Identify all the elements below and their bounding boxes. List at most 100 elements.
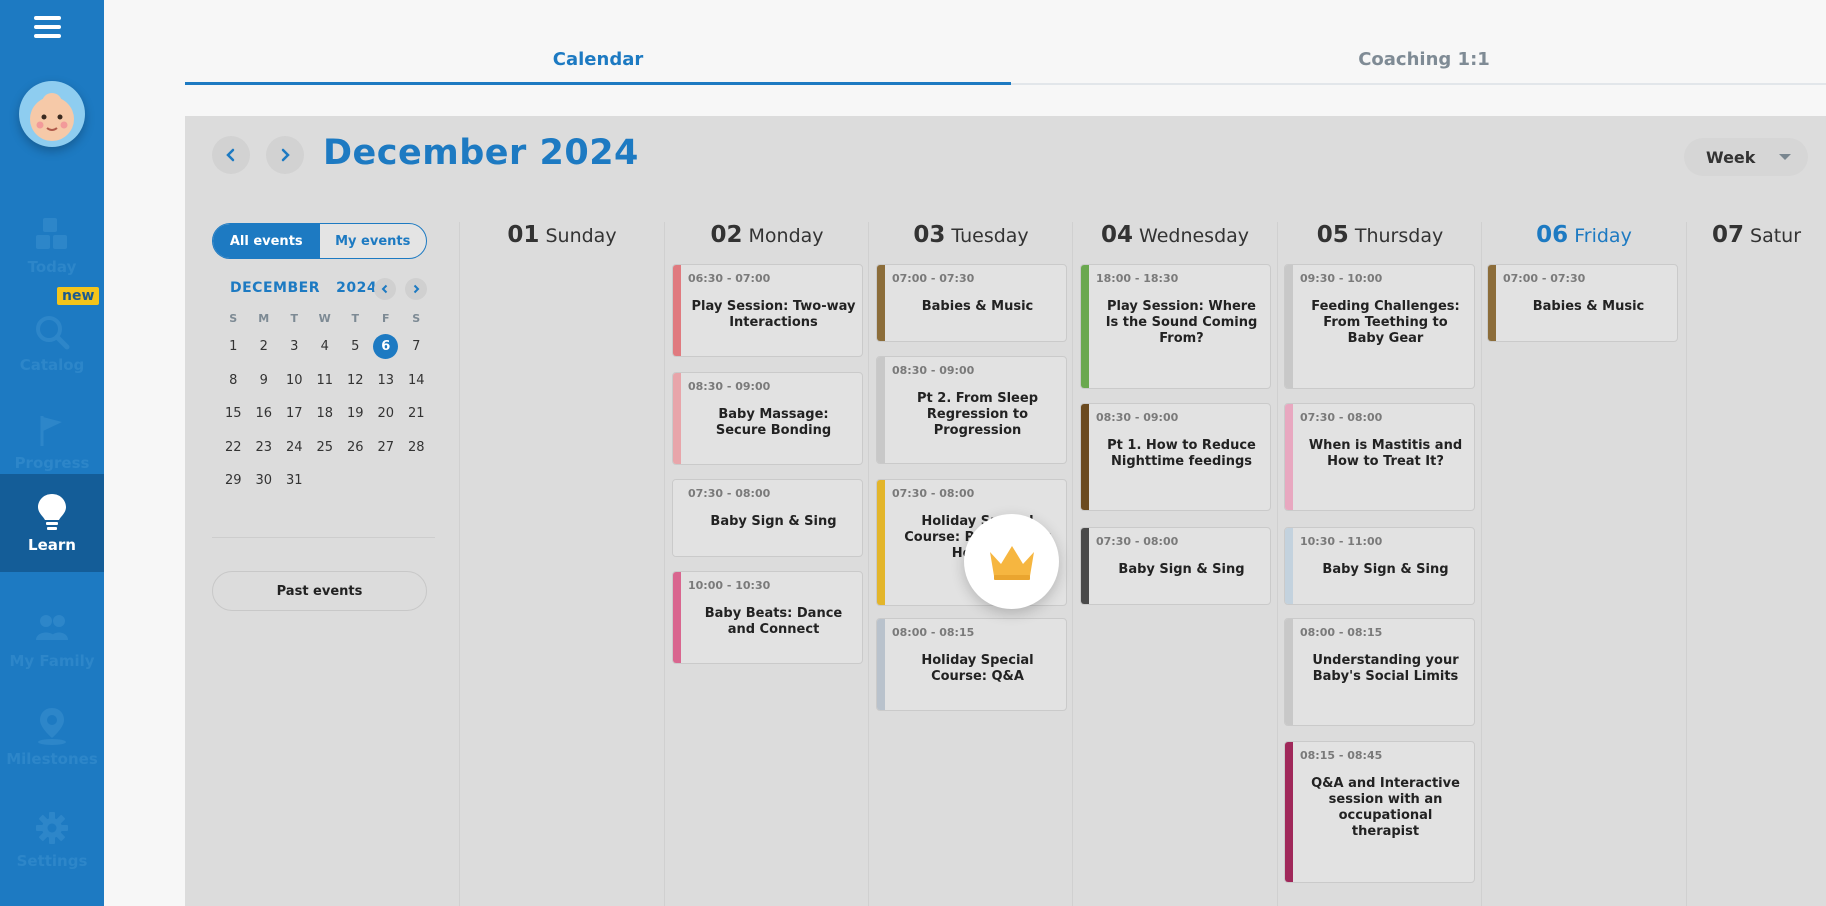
mini-day[interactable]: 2: [249, 339, 280, 354]
event-card[interactable]: 18:00 - 18:30 Play Session: Where Is the …: [1080, 264, 1271, 389]
mini-day[interactable]: 7: [401, 339, 432, 354]
mini-weekday-label: S: [229, 311, 238, 325]
menu-icon[interactable]: [34, 16, 61, 38]
mini-day[interactable]: 17: [279, 406, 310, 421]
event-title: Holiday Special Course: Q&A: [921, 653, 1034, 684]
event-card[interactable]: 07:30 - 08:00 When is Mastitis and How to…: [1284, 403, 1475, 511]
all-events-toggle[interactable]: All events: [213, 224, 320, 258]
mini-day[interactable]: 22: [218, 440, 249, 455]
mini-day[interactable]: 21: [401, 406, 432, 421]
mini-day[interactable]: 11: [310, 373, 341, 388]
sidebar: Today Catalog new Progress Learn My Fami…: [0, 0, 104, 906]
mini-day[interactable]: 19: [340, 406, 371, 421]
my-events-toggle[interactable]: My events: [320, 224, 427, 258]
day-number: 05: [1316, 222, 1349, 248]
event-card[interactable]: 08:30 - 09:00 Pt 1. How to Reduce Nightti…: [1080, 403, 1271, 511]
mini-day[interactable]: 1: [218, 339, 249, 354]
event-color-bar: [1081, 265, 1089, 388]
next-week-button[interactable]: [266, 136, 304, 174]
mini-day[interactable]: 23: [249, 440, 280, 455]
mini-day[interactable]: 31: [279, 473, 310, 488]
event-card[interactable]: 06:30 - 07:00 Play Session: Two-way Inter…: [672, 264, 863, 357]
event-title: Baby Massage: Secure Bonding: [715, 407, 832, 438]
premium-crown-button[interactable]: [964, 514, 1059, 609]
event-color-bar: [877, 619, 885, 710]
event-title: Babies & Music: [921, 299, 1034, 314]
mini-day[interactable]: 29: [218, 473, 249, 488]
tab-coaching[interactable]: Coaching 1:1: [1011, 40, 1826, 85]
mini-day[interactable]: 26: [340, 440, 371, 455]
event-card[interactable]: 08:30 - 09:00 Baby Massage: Secure Bondin…: [672, 372, 863, 465]
event-color-bar: [1081, 528, 1089, 604]
tab-bar: Calendar Coaching 1:1: [185, 40, 1826, 85]
mini-day[interactable]: 14: [401, 373, 432, 388]
event-card[interactable]: 08:00 - 08:15 Holiday Special Course: Q&A: [876, 618, 1067, 711]
column-divider: [664, 222, 665, 906]
sidebar-item-my-family[interactable]: My Family: [0, 590, 104, 688]
mini-day[interactable]: 8: [218, 373, 249, 388]
event-color-bar: [877, 480, 885, 605]
column-divider: [1481, 222, 1482, 906]
mini-day[interactable]: 13: [371, 373, 402, 388]
event-card[interactable]: 09:30 - 10:00 Feeding Challenges: From Te…: [1284, 264, 1475, 389]
chevron-left-icon: [381, 284, 388, 294]
sidebar-item-catalog[interactable]: Catalog: [0, 294, 104, 392]
mini-prev-button[interactable]: [374, 278, 396, 300]
event-title: Baby Beats: Dance and Connect: [704, 606, 843, 637]
event-color-bar: [1285, 404, 1293, 510]
avatar[interactable]: [19, 81, 85, 147]
mini-day[interactable]: 5: [340, 339, 371, 354]
mini-day[interactable]: 20: [371, 406, 402, 421]
mini-day[interactable]: 10: [279, 373, 310, 388]
day-header: 02 Monday: [665, 222, 869, 252]
mini-day[interactable]: 16: [249, 406, 280, 421]
sidebar-item-learn[interactable]: Learn: [0, 474, 104, 572]
event-card[interactable]: 10:00 - 10:30 Baby Beats: Dance and Conne…: [672, 571, 863, 664]
event-title: When is Mastitis and How to Treat It?: [1308, 438, 1463, 469]
prev-week-button[interactable]: [212, 136, 250, 174]
day-name: Satur: [1743, 225, 1802, 247]
event-card[interactable]: 08:00 - 08:15 Understanding your Baby's S…: [1284, 618, 1475, 726]
mini-week-row: 22 23 24 25 26 27 28: [218, 431, 432, 465]
event-title: Baby Sign & Sing: [1118, 562, 1245, 577]
new-badge: new: [57, 287, 100, 305]
tab-calendar[interactable]: Calendar: [185, 40, 1011, 85]
mini-calendar: S M T W T F S 1 2 3 4 5 6 7 8 9 10 11 12 13 14 15 16 17 18 19 20 21…: [218, 306, 432, 498]
sidebar-item-settings[interactable]: Settings: [0, 790, 104, 888]
mini-day[interactable]: 12: [340, 373, 371, 388]
event-title: Understanding your Baby's Social Limits: [1312, 653, 1459, 684]
event-card[interactable]: 07:00 - 07:30 Babies & Music: [876, 264, 1067, 342]
event-card[interactable]: 08:30 - 09:00 Pt 2. From Sleep Regression…: [876, 356, 1067, 464]
view-select[interactable]: Week: [1684, 138, 1808, 176]
event-card[interactable]: 07:30 - 08:00 Baby Sign & Sing: [1080, 527, 1271, 605]
sidebar-item-milestones[interactable]: Milestones: [0, 688, 104, 786]
mini-day[interactable]: 4: [310, 339, 341, 354]
event-time: 10:00 - 10:30: [688, 579, 771, 592]
event-time: 10:30 - 11:00: [1300, 535, 1383, 548]
mini-day[interactable]: 15: [218, 406, 249, 421]
mini-day[interactable]: 30: [249, 473, 280, 488]
day-name: Wednesday: [1132, 225, 1250, 247]
event-card[interactable]: 07:30 - 08:00 Baby Sign & Sing: [672, 479, 863, 557]
event-card[interactable]: 07:00 - 07:30 Babies & Music: [1487, 264, 1678, 342]
day-name: Friday: [1568, 225, 1632, 247]
mini-weekday-label: T: [290, 311, 298, 325]
event-card[interactable]: 08:15 - 08:45 Q&A and Interactive session…: [1284, 741, 1475, 883]
mini-week-row: 1234567: [218, 330, 432, 364]
mini-day[interactable]: 24: [279, 440, 310, 455]
mini-day[interactable]: 25: [310, 440, 341, 455]
day-name: Monday: [742, 225, 824, 247]
mini-day[interactable]: 27: [371, 440, 402, 455]
past-events-button[interactable]: Past events: [212, 571, 427, 611]
mini-next-button[interactable]: [405, 278, 427, 300]
mini-day[interactable]: 18: [310, 406, 341, 421]
mini-day[interactable]: 9: [249, 373, 280, 388]
mini-week-row: 8 9 10 11 12 13 14: [218, 364, 432, 398]
chevron-right-icon: [413, 284, 420, 294]
mini-day[interactable]: 3: [279, 339, 310, 354]
sidebar-item-today[interactable]: Today: [0, 196, 104, 294]
mini-day[interactable]: 28: [401, 440, 432, 455]
event-time: 08:00 - 08:15: [892, 626, 975, 639]
mini-day[interactable]: 6: [371, 334, 402, 360]
event-card[interactable]: 10:30 - 11:00 Baby Sign & Sing: [1284, 527, 1475, 605]
